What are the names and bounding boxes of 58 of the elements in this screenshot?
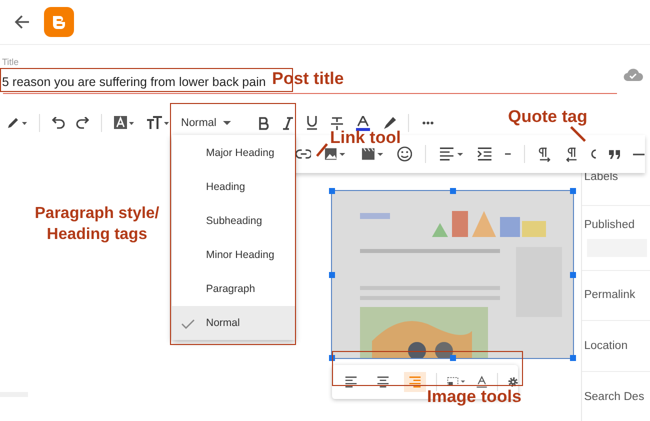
paragraph-style-dropdown[interactable]: Normal: [181, 117, 246, 129]
blogger-logo-icon[interactable]: [44, 7, 74, 37]
align-button[interactable]: [404, 372, 426, 392]
strikethrough-icon[interactable]: [331, 116, 344, 130]
horizontal-line-icon[interactable]: [633, 152, 646, 156]
sidebar-item[interactable]: Labels: [584, 170, 618, 183]
sidebar-item[interactable]: Location: [584, 340, 628, 352]
undo-icon[interactable]: [51, 117, 65, 129]
cloud-saved-icon: [623, 68, 643, 82]
align-icon[interactable]: [439, 147, 464, 161]
align-left-icon: [343, 374, 359, 390]
sidebar-item[interactable]: Search Des: [584, 391, 644, 404]
resize-handle[interactable]: [329, 188, 335, 194]
resize-handle[interactable]: [570, 355, 576, 361]
rtl-icon[interactable]: [564, 146, 578, 162]
align-right-icon: [407, 374, 423, 390]
link-icon[interactable]: [296, 149, 312, 159]
quote-icon[interactable]: [608, 150, 620, 158]
indent-icon[interactable]: [477, 147, 492, 161]
image-icon[interactable]: [324, 147, 348, 161]
redo-icon[interactable]: [76, 117, 90, 129]
resize-handle[interactable]: [570, 188, 576, 194]
menu-item[interactable]: Major Heading: [172, 136, 295, 170]
annotation-label: Quote tag: [508, 106, 588, 128]
caret-icon: [223, 120, 232, 126]
emoji-icon[interactable]: [396, 146, 412, 162]
text-color-icon[interactable]: [356, 116, 370, 130]
ltr-icon[interactable]: [538, 146, 552, 162]
partial-icon[interactable]: [591, 148, 596, 160]
annotation-label: Paragraph style/ Heading tags: [34, 204, 160, 245]
bold-icon[interactable]: [258, 116, 270, 130]
menu-item[interactable]: Normal: [172, 306, 295, 340]
more-icon[interactable]: [422, 121, 434, 125]
underline-icon[interactable]: [306, 116, 318, 130]
highlighter-icon[interactable]: [383, 116, 398, 130]
menu-item[interactable]: Heading: [172, 170, 295, 204]
text-background-icon[interactable]: [113, 116, 135, 130]
check-icon: [181, 319, 195, 329]
dash-icon[interactable]: [505, 152, 512, 156]
title-label: Title: [2, 57, 20, 67]
menu-item[interactable]: Minor Heading: [172, 238, 295, 272]
font-size-icon[interactable]: [146, 116, 170, 130]
leader-line: [570, 126, 586, 142]
sidebar-item[interactable]: Permalink: [584, 289, 636, 302]
title-field[interactable]: 5 reason you are suffering from lower back pain: [2, 69, 266, 89]
settings-icon[interactable]: [508, 375, 518, 389]
sidebar-item[interactable]: Published: [584, 218, 635, 231]
leader-line: [316, 143, 328, 157]
menu-item[interactable]: Paragraph: [172, 272, 295, 306]
pencil-icon[interactable]: [6, 116, 28, 130]
italic-icon[interactable]: [283, 116, 294, 130]
annotation-label: Link tool: [330, 127, 401, 149]
menu-item[interactable]: Subheading: [172, 204, 295, 238]
align-center-icon: [375, 374, 391, 390]
caption-icon[interactable]: [476, 374, 488, 390]
video-icon[interactable]: [360, 147, 384, 161]
back-icon[interactable]: [14, 14, 30, 30]
annotation-label: Image tools: [427, 386, 522, 408]
